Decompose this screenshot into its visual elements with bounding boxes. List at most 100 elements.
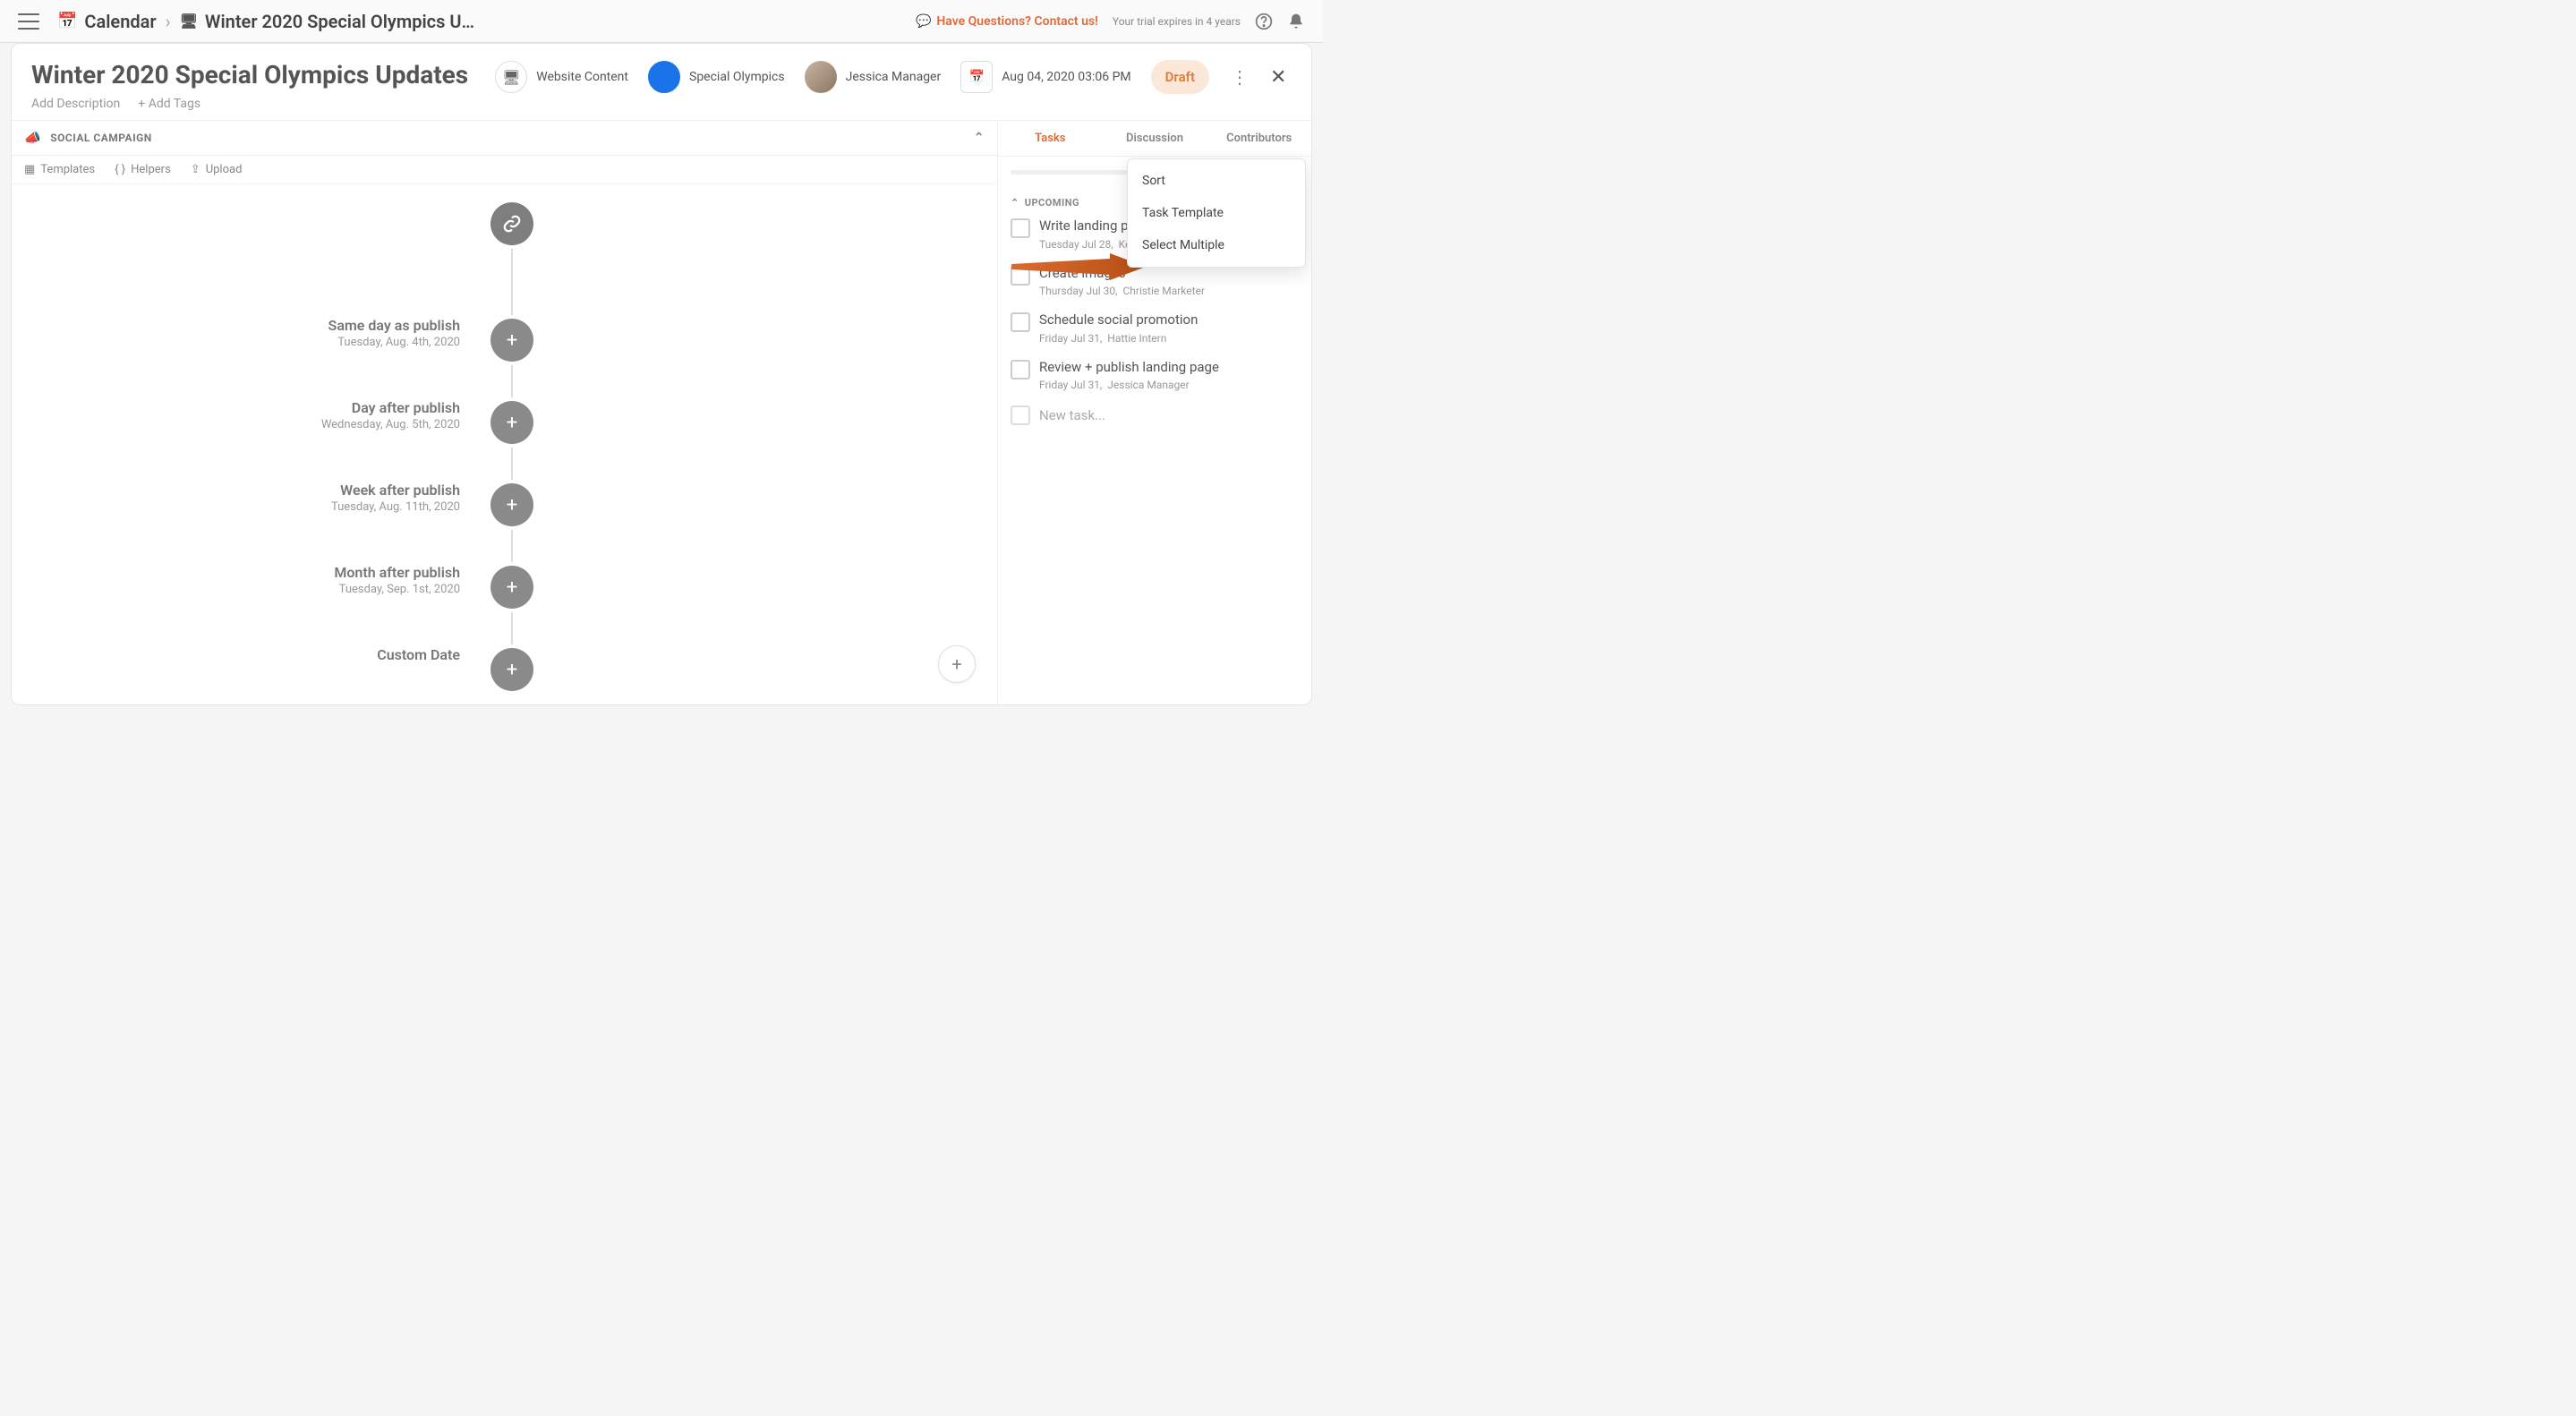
timeline-add-2[interactable]: +: [490, 483, 533, 526]
helpers-button[interactable]: { } Helpers: [115, 163, 171, 176]
task-row[interactable]: Review + publish landing page Friday Jul…: [1011, 359, 1299, 392]
topbar-right: 💬 Have Questions? Contact us! Your trial…: [916, 13, 1305, 30]
project-more-icon[interactable]: ⋮: [1229, 66, 1250, 88]
chevron-up-icon: ⌃: [1011, 197, 1019, 209]
timeline-label-0: Same day as publish Tuesday, Aug. 4th, 2…: [192, 317, 460, 349]
timeline-date: Tuesday, Aug. 4th, 2020: [192, 336, 460, 349]
schedule-label: Aug 04, 2020 03:06 PM: [1002, 70, 1130, 84]
task-checkbox[interactable]: [1011, 266, 1030, 286]
contact-link[interactable]: 💬 Have Questions? Contact us!: [916, 14, 1098, 29]
link-icon: [502, 214, 522, 234]
menu-select-multiple[interactable]: Select Multiple: [1128, 229, 1305, 261]
contact-label: Have Questions? Contact us!: [936, 14, 1097, 29]
monitor-icon: 🖥: [180, 13, 198, 30]
timeline-line: [511, 247, 513, 695]
add-fab[interactable]: +: [938, 645, 976, 683]
timeline-add-0[interactable]: +: [490, 319, 533, 362]
project-header: Winter 2020 Special Olympics Updates Add…: [12, 44, 1311, 121]
timeline-heading: Custom Date: [192, 646, 460, 663]
task-title: Review + publish landing page: [1039, 359, 1219, 377]
menu-sort[interactable]: Sort: [1128, 165, 1305, 197]
timeline-add-3[interactable]: +: [490, 566, 533, 609]
mini-toolbar: ▦ Templates { } Helpers ⇪ Upload: [12, 156, 997, 184]
category-color-icon: [648, 61, 680, 93]
top-bar: 📅 Calendar › 🖥 Winter 2020 Special Olymp…: [0, 0, 1323, 43]
task-meta: Friday Jul 31, Jessica Manager: [1039, 379, 1219, 391]
main-column: 📣 SOCIAL CAMPAIGN ⌃ ▦ Templates { } Helper…: [12, 121, 998, 704]
timeline-date: Tuesday, Aug. 11th, 2020: [192, 500, 460, 514]
breadcrumb-page-title: Winter 2020 Special Olympics U…: [205, 11, 474, 32]
timeline-heading: Week after publish: [192, 482, 460, 499]
bullhorn-icon: 📣: [24, 130, 41, 146]
templates-label: Templates: [40, 163, 95, 176]
menu-task-template[interactable]: Task Template: [1128, 197, 1305, 229]
owner-label: Jessica Manager: [846, 70, 942, 84]
collapse-icon[interactable]: ⌃: [974, 131, 985, 145]
project-body: 📣 SOCIAL CAMPAIGN ⌃ ▦ Templates { } Helper…: [12, 121, 1311, 704]
upload-icon: ⇪: [191, 163, 200, 176]
sidebar: Tasks Discussion Contributors 0% ⋮ Sort …: [998, 121, 1311, 704]
task-checkbox[interactable]: [1011, 360, 1030, 380]
timeline-date: Tuesday, Sep. 1st, 2020: [192, 583, 460, 596]
help-icon[interactable]: [1255, 13, 1273, 30]
bell-icon[interactable]: [1287, 13, 1305, 30]
calendar-icon: 📅: [57, 12, 77, 30]
breadcrumb-calendar[interactable]: Calendar: [84, 11, 156, 32]
content-type-icon: 🖥: [495, 61, 527, 93]
status-badge[interactable]: Draft: [1151, 60, 1209, 94]
upcoming-label: UPCOMING: [1025, 197, 1079, 209]
upload-button[interactable]: ⇪ Upload: [191, 163, 243, 176]
timeline-date: Wednesday, Aug. 5th, 2020: [192, 418, 460, 431]
grid-icon: ▦: [24, 163, 35, 176]
new-task-row[interactable]: New task...: [1011, 405, 1299, 425]
timeline-add-4[interactable]: +: [490, 648, 533, 691]
timeline-heading: Month after publish: [192, 564, 460, 581]
social-campaign-label: SOCIAL CAMPAIGN: [50, 132, 974, 144]
timeline-label-1: Day after publish Wednesday, Aug. 5th, 2…: [192, 399, 460, 431]
hamburger-menu-icon[interactable]: [18, 13, 39, 30]
chat-icon: 💬: [916, 14, 931, 29]
timeline-link-node[interactable]: [490, 202, 533, 245]
tab-contributors[interactable]: Contributors: [1207, 121, 1311, 156]
helpers-label: Helpers: [131, 163, 171, 176]
close-icon[interactable]: ✕: [1270, 66, 1292, 89]
tab-tasks[interactable]: Tasks: [998, 121, 1103, 156]
timeline-heading: Same day as publish: [192, 317, 460, 334]
timeline-label-2: Week after publish Tuesday, Aug. 11th, 2…: [192, 482, 460, 514]
timeline: Same day as publish Tuesday, Aug. 4th, 2…: [12, 184, 997, 704]
timeline-label-4: Custom Date: [192, 646, 460, 663]
new-task-placeholder: New task...: [1039, 407, 1105, 423]
add-description-button[interactable]: Add Description: [31, 97, 120, 111]
task-checkbox[interactable]: [1011, 218, 1030, 238]
timeline-add-1[interactable]: +: [490, 401, 533, 444]
add-tags-button[interactable]: + Add Tags: [138, 97, 200, 111]
templates-button[interactable]: ▦ Templates: [24, 163, 95, 176]
new-task-checkbox: [1011, 405, 1030, 425]
task-row[interactable]: Schedule social promotion Friday Jul 31,…: [1011, 311, 1299, 345]
avatar: [805, 61, 837, 93]
task-row[interactable]: Create images Thursday Jul 30, Christie …: [1011, 265, 1299, 298]
tasks-dropdown-menu: Sort Task Template Select Multiple: [1127, 158, 1306, 268]
upload-label: Upload: [206, 163, 243, 176]
project-title: Winter 2020 Special Olympics Updates: [31, 60, 495, 90]
braces-icon: { }: [115, 163, 125, 176]
schedule-chip[interactable]: 📅 Aug 04, 2020 03:06 PM: [960, 61, 1130, 93]
sidebar-tabs: Tasks Discussion Contributors: [998, 121, 1311, 157]
content-type-chip[interactable]: 🖥 Website Content: [495, 61, 628, 93]
breadcrumb: 📅 Calendar › 🖥 Winter 2020 Special Olymp…: [57, 11, 474, 32]
content-type-label: Website Content: [536, 70, 628, 84]
timeline-heading: Day after publish: [192, 399, 460, 416]
timeline-label-3: Month after publish Tuesday, Sep. 1st, 2…: [192, 564, 460, 596]
task-title: Schedule social promotion: [1039, 311, 1198, 329]
tab-discussion[interactable]: Discussion: [1103, 121, 1207, 156]
task-checkbox[interactable]: [1011, 312, 1030, 332]
trial-label: Your trial expires in 4 years: [1113, 15, 1241, 28]
category-chip[interactable]: Special Olympics: [648, 61, 785, 93]
calendar-small-icon: 📅: [960, 61, 993, 93]
breadcrumb-separator-icon: ›: [166, 11, 171, 32]
owner-chip[interactable]: Jessica Manager: [805, 61, 942, 93]
project-card: Winter 2020 Special Olympics Updates Add…: [11, 43, 1312, 705]
social-campaign-bar: 📣 SOCIAL CAMPAIGN ⌃: [12, 121, 997, 156]
task-meta: Friday Jul 31, Hattie Intern: [1039, 332, 1198, 345]
category-label: Special Olympics: [689, 70, 785, 84]
